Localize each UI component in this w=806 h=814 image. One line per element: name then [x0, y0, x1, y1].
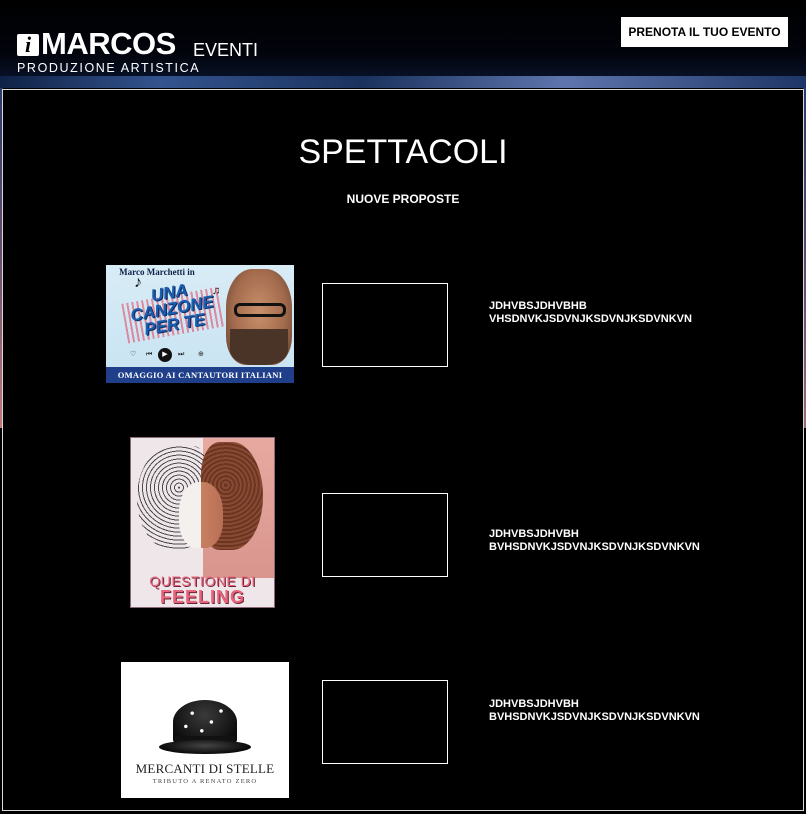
music-note-icon: ♪ [134, 274, 142, 291]
poster-title: UNA CANZONE PER TE [128, 280, 215, 339]
performer-beard [230, 329, 288, 365]
show-description-line: BVHSDNVKJSDVNJKSDVNJKSDVNKVN [489, 711, 700, 723]
show-poster-mercanti-di-stelle[interactable]: MERCANTI DI STELLE TRIBUTO A RENATO ZERO [121, 662, 289, 798]
face-illustration [179, 482, 223, 548]
poster-bar-text: OMAGGIO AI CANTAUTORI ITALIANI [106, 367, 294, 383]
play-icon: ▶ [158, 348, 172, 362]
poster-subtitle: TRIBUTO A RENATO ZERO [152, 778, 258, 785]
show-poster-una-canzone-per-te[interactable]: ♪ ♫ Marco Marchetti in UNA CANZONE PER T… [106, 265, 294, 383]
book-event-button[interactable]: PRENOTA IL TUO EVENTO [621, 17, 788, 47]
hat-brim [159, 740, 251, 754]
show-poster-questione-di-feeling[interactable]: QUESTIONE DI FEELING [130, 437, 275, 608]
show-description-line: JDHVBSJDHVBHB [489, 300, 587, 312]
site-header: i MARCOS EVENTI PRODUZIONE ARTISTICA PRE… [0, 0, 806, 88]
show-description: JDHVBSJDHVBHB VHSDNVKJSDVNJKSDVNJKSDVNKV… [489, 300, 789, 326]
page-title: SPETTACOLI [298, 133, 508, 171]
performer-glasses [234, 303, 286, 317]
poster-credit: Marco Marchetti in [119, 267, 195, 277]
poster-title: MERCANTI DI STELLE [135, 761, 275, 776]
more-icon: ⊕ [198, 351, 204, 358]
show-detail-box [322, 493, 448, 577]
show-description: JDHVBSJDHVBH BVHSDNVKJSDVNJKSDVNJKSDVNKV… [489, 698, 789, 724]
prev-icon: ⏮ [146, 351, 153, 358]
show-description-line: JDHVBSJDHVBH [489, 528, 579, 540]
page-subtitle: NUOVE PROPOSTE [346, 192, 460, 206]
logo-icon: i [17, 34, 39, 56]
logo-suffix-text: EVENTI [193, 40, 259, 60]
logo-main-text: MARCOS [41, 26, 176, 61]
show-description-line: BVHSDNVKJSDVNJKSDVNJKSDVNKVN [489, 541, 700, 553]
show-detail-box [322, 680, 448, 764]
heart-icon: ♡ [130, 351, 137, 358]
next-icon: ⏭ [178, 351, 185, 358]
site-logo[interactable]: i MARCOS EVENTI PRODUZIONE ARTISTICA [17, 26, 267, 80]
logo-tagline: PRODUZIONE ARTISTICA [17, 61, 201, 75]
show-description-line: JDHVBSJDHVBH [489, 698, 579, 710]
show-description-line: VHSDNVKJSDVNJKSDVNJKSDVNKVN [489, 313, 692, 325]
show-detail-box [322, 283, 448, 367]
poster-title-line2: FEELING [159, 587, 245, 607]
poster-title-line1: QUESTIONE DI [149, 573, 256, 589]
show-description: JDHVBSJDHVBH BVHSDNVKJSDVNJKSDVNJKSDVNKV… [489, 528, 789, 554]
